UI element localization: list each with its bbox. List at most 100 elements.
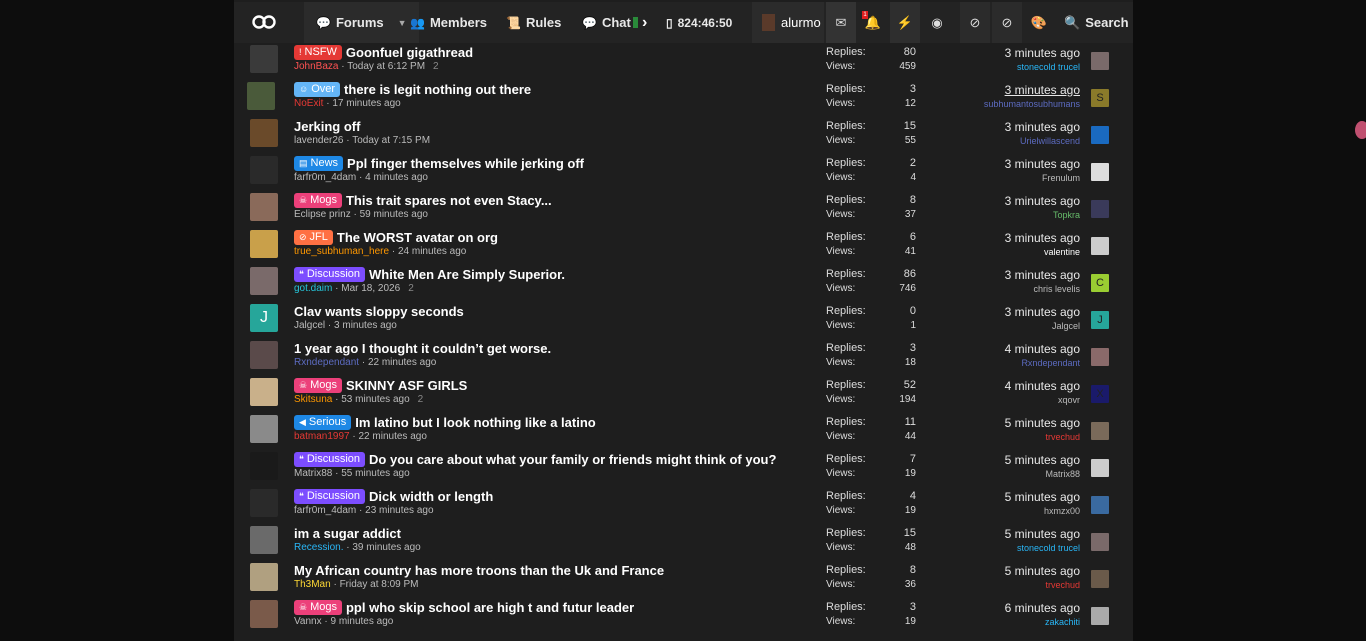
thread-author-link[interactable]: got.daim xyxy=(294,283,332,294)
last-poster-link[interactable]: xqovr xyxy=(1058,395,1080,405)
last-post-time[interactable]: 5 minutes ago xyxy=(1005,416,1080,430)
thread-row[interactable]: ❝ Discussion White Men Are Simply Superior… xyxy=(234,266,1133,303)
last-poster-avatar[interactable] xyxy=(1091,163,1109,181)
whats-new-button[interactable]: ⚡ xyxy=(890,2,920,43)
thread-start-date[interactable]: 55 minutes ago xyxy=(341,468,409,479)
thread-start-date[interactable]: 23 minutes ago xyxy=(365,505,433,516)
thread-author-avatar[interactable] xyxy=(250,119,278,147)
last-post-time[interactable]: 4 minutes ago xyxy=(1005,342,1080,356)
thread-row[interactable]: ◀ Serious Im latino but I look nothing lik… xyxy=(234,414,1133,451)
last-post-time[interactable]: 3 minutes ago xyxy=(1005,268,1080,282)
thread-row[interactable]: J Clav wants sloppy seconds Jalgcel · 3 mi… xyxy=(234,303,1133,340)
nav-rules-tab[interactable]: 📜 Rules xyxy=(506,2,561,43)
thread-row[interactable]: ☠ Mogs ppl who skip school are high t and … xyxy=(234,599,1133,636)
last-poster-avatar[interactable] xyxy=(1091,459,1109,477)
last-post-time[interactable]: 3 minutes ago xyxy=(1005,120,1080,134)
hide-images-button[interactable]: ⊘ xyxy=(992,2,1022,43)
last-poster-avatar[interactable]: J xyxy=(1091,311,1109,329)
thread-author-avatar[interactable] xyxy=(250,156,278,184)
thread-title-link[interactable]: Im latino but I look nothing like a lati… xyxy=(355,415,596,430)
thread-row[interactable]: ⊘ JFL The WORST avatar on org true_subhuman… xyxy=(234,229,1133,266)
thread-start-date[interactable]: 17 minutes ago xyxy=(332,98,400,109)
last-poster-link[interactable]: subhumantosubhumans xyxy=(984,99,1080,109)
thread-title-link[interactable]: Jerking off xyxy=(294,119,360,134)
nav-chat-tab[interactable]: 💬 Chat xyxy=(582,2,638,43)
thread-row[interactable]: My African country has more troons than … xyxy=(234,562,1133,599)
thread-row[interactable]: ☠ Mogs This trait spares not even Stacy...… xyxy=(234,192,1133,229)
thread-title-link[interactable]: My African country has more troons than … xyxy=(294,563,664,578)
last-poster-link[interactable]: valentine xyxy=(1044,247,1080,257)
last-poster-avatar[interactable] xyxy=(1091,496,1109,514)
thread-author-link[interactable]: Jalgcel xyxy=(294,320,325,331)
nav-members-tab[interactable]: 👥 Members xyxy=(410,2,487,43)
thread-row[interactable]: 1 year ago I thought it couldn’t get wor… xyxy=(234,340,1133,377)
thread-start-date[interactable]: 4 minutes ago xyxy=(365,172,428,183)
thread-author-link[interactable]: batman1997 xyxy=(294,431,350,442)
thread-row[interactable]: ▤ News Ppl finger themselves while jerking… xyxy=(234,155,1133,192)
chevron-down-icon[interactable]: ▼ xyxy=(398,18,407,28)
thread-start-date[interactable]: 59 minutes ago xyxy=(360,209,428,220)
last-post-time[interactable]: 5 minutes ago xyxy=(1005,453,1080,467)
thread-author-avatar[interactable] xyxy=(247,82,275,110)
thread-row[interactable]: ❝ Discussion Dick width or length farfr0m_4… xyxy=(234,488,1133,525)
last-poster-avatar[interactable] xyxy=(1091,52,1109,70)
thread-row[interactable]: ❝ Discussion Do you care about what your f… xyxy=(234,451,1133,488)
thread-start-date[interactable]: 9 minutes ago xyxy=(331,616,394,627)
thread-page-count[interactable]: 2 xyxy=(408,283,414,294)
last-poster-avatar[interactable] xyxy=(1091,570,1109,588)
thread-author-link[interactable]: Skitsuna xyxy=(294,394,332,405)
thread-start-date[interactable]: 53 minutes ago xyxy=(341,394,409,405)
thread-author-link[interactable]: Rxndependant xyxy=(294,357,359,368)
last-poster-link[interactable]: Topkra xyxy=(1053,210,1080,220)
thread-start-date[interactable]: 3 minutes ago xyxy=(334,320,397,331)
last-poster-link[interactable]: hxmzx00 xyxy=(1044,506,1080,516)
thread-prefix-badge[interactable]: ◀ Serious xyxy=(294,415,352,430)
thread-title-link[interactable]: im a sugar addict xyxy=(294,526,401,541)
nav-forums-tab[interactable]: 💬 Forums ▼ xyxy=(304,2,419,43)
thread-prefix-badge[interactable]: ☠ Mogs xyxy=(294,600,342,615)
inbox-button[interactable]: ✉ xyxy=(826,2,856,43)
thread-title-link[interactable]: Clav wants sloppy seconds xyxy=(294,304,464,319)
last-poster-link[interactable]: zakachiti xyxy=(1045,617,1080,627)
last-post-time[interactable]: 5 minutes ago xyxy=(1005,527,1080,541)
nav-scroll-right-icon[interactable]: › xyxy=(642,2,647,43)
thread-author-avatar[interactable] xyxy=(250,526,278,554)
thread-author-avatar[interactable] xyxy=(250,563,278,591)
last-poster-avatar[interactable]: X xyxy=(1091,385,1109,403)
thread-prefix-badge[interactable]: ☺ Over xyxy=(294,82,341,97)
thread-author-avatar[interactable] xyxy=(250,600,278,628)
last-poster-avatar[interactable] xyxy=(1091,607,1109,625)
floating-side-button[interactable] xyxy=(1355,121,1366,139)
thread-author-avatar[interactable] xyxy=(250,489,278,517)
thread-author-avatar[interactable] xyxy=(250,378,278,406)
last-poster-avatar[interactable] xyxy=(1091,237,1109,255)
thread-row[interactable]: ☠ Mogs SKINNY ASF GIRLS Skitsuna · 53 minut… xyxy=(234,377,1133,414)
last-post-time[interactable]: 3 minutes ago xyxy=(1005,231,1080,245)
thread-title-link[interactable]: Dick width or length xyxy=(369,489,493,504)
thread-author-link[interactable]: Eclipse prinz xyxy=(294,209,351,220)
thread-page-count[interactable]: 2 xyxy=(433,61,439,72)
thread-row[interactable]: Jerking off lavender26 · Today at 7:15 PM… xyxy=(234,118,1133,155)
last-post-time[interactable]: 3 minutes ago xyxy=(1005,194,1080,208)
hide-avatars-button[interactable]: ⊘ xyxy=(960,2,990,43)
thread-row[interactable]: ! NSFW Goonfuel gigathread JohnBaza · Today… xyxy=(234,44,1133,81)
thread-title-link[interactable]: SKINNY ASF GIRLS xyxy=(346,378,467,393)
thread-start-date[interactable]: 39 minutes ago xyxy=(352,542,420,553)
last-poster-avatar[interactable] xyxy=(1091,348,1109,366)
thread-author-link[interactable]: farfr0m_4dam xyxy=(294,505,356,516)
thread-row[interactable]: ☺ Over there is legit nothing out there NoE… xyxy=(234,81,1133,118)
thread-author-avatar[interactable] xyxy=(250,341,278,369)
alerts-button[interactable]: 1 🔔 xyxy=(858,2,888,43)
last-poster-avatar[interactable] xyxy=(1091,422,1109,440)
thread-author-link[interactable]: lavender26 xyxy=(294,135,343,146)
last-poster-link[interactable]: trvechud xyxy=(1045,432,1080,442)
last-poster-avatar[interactable]: S xyxy=(1091,89,1109,107)
thread-author-link[interactable]: JohnBaza xyxy=(294,61,338,72)
thread-prefix-badge[interactable]: ⊘ JFL xyxy=(294,230,333,245)
thread-start-date[interactable]: Today at 6:12 PM xyxy=(347,61,425,72)
thread-author-link[interactable]: Recession. xyxy=(294,542,343,553)
thread-author-avatar[interactable] xyxy=(250,415,278,443)
last-poster-link[interactable]: Urielwillascend xyxy=(1020,136,1080,146)
thread-start-date[interactable]: 24 minutes ago xyxy=(398,246,466,257)
thread-author-link[interactable]: true_subhuman_here xyxy=(294,246,389,257)
